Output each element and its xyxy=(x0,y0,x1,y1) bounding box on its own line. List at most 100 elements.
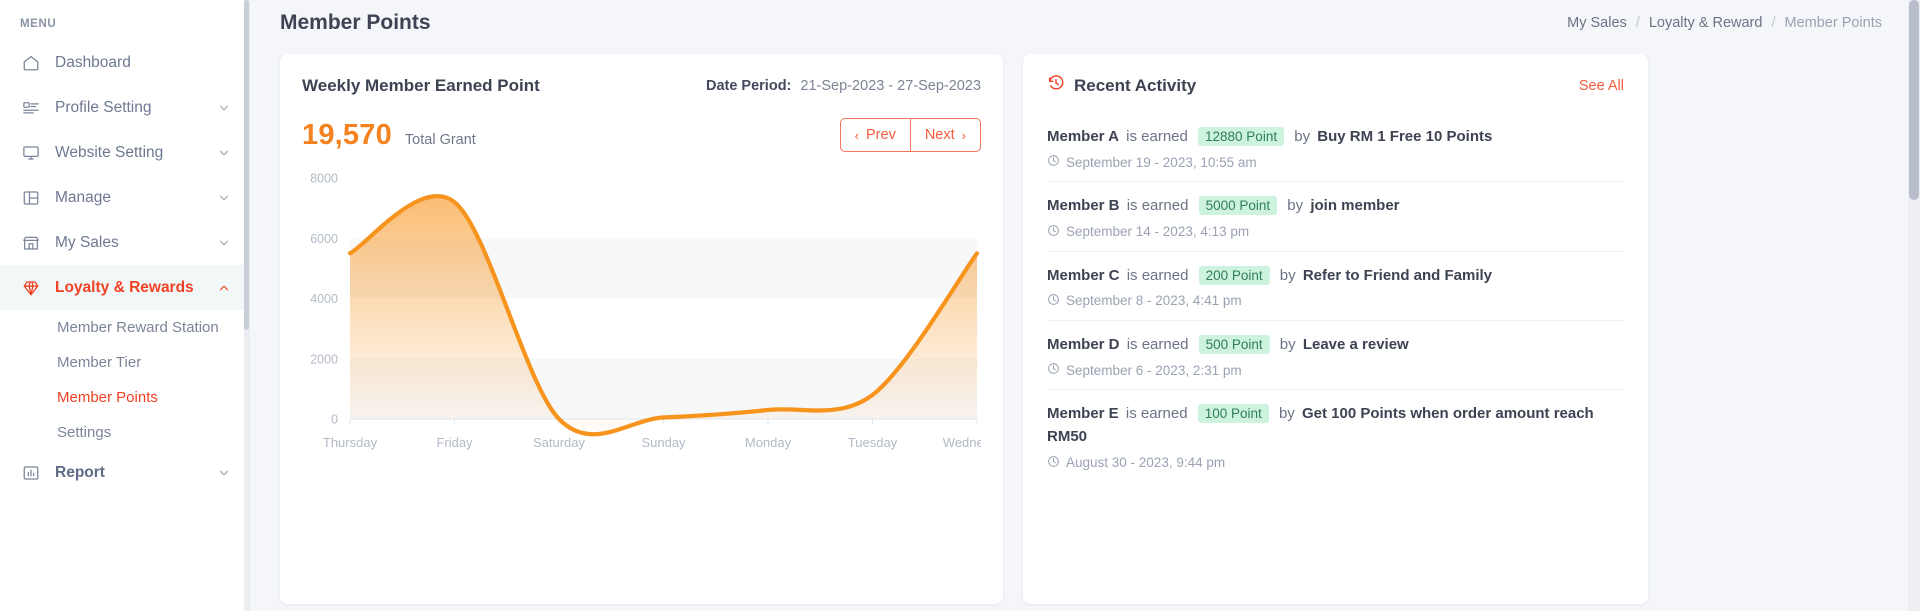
chart-x-axis-ticks xyxy=(349,418,978,425)
chart-card-header: Weekly Member Earned Point Date Period: … xyxy=(302,76,981,96)
chart-pagination: ‹ Prev Next › xyxy=(839,118,981,152)
see-all-link[interactable]: See All xyxy=(1579,78,1624,94)
svg-text:Friday: Friday xyxy=(436,435,473,450)
chart-summary-row: 19,570 Total Grant ‹ Prev Next › xyxy=(302,118,981,152)
activity-list: Member A is earned 12880 Point by Buy RM… xyxy=(1047,113,1624,482)
page-scrollbar[interactable] xyxy=(1908,0,1920,611)
activity-timestamp: September 8 - 2023, 4:41 pm xyxy=(1047,293,1624,309)
chevron-up-icon xyxy=(217,281,231,295)
svg-text:6000: 6000 xyxy=(310,232,338,246)
chart-title: Weekly Member Earned Point xyxy=(302,76,540,95)
sidebar-subitem-settings[interactable]: Settings xyxy=(0,415,249,450)
svg-text:Wednesday: Wednesday xyxy=(943,435,981,450)
activity-time-text: September 6 - 2023, 2:31 pm xyxy=(1066,362,1242,378)
activity-time-text: September 8 - 2023, 4:41 pm xyxy=(1066,293,1242,309)
area-chart: 0 2000 4000 6000 8000 Thursday Friday Saturday… xyxy=(302,172,981,457)
history-icon xyxy=(1047,74,1065,97)
sidebar-scrollbar[interactable] xyxy=(244,0,249,611)
activity-text: Member E is earned 100 Point by Get 100 … xyxy=(1047,402,1624,449)
sidebar-subitem-member-tier[interactable]: Member Tier xyxy=(0,345,249,380)
activity-item[interactable]: Member A is earned 12880 Point by Buy RM… xyxy=(1047,113,1624,181)
activity-time-text: August 30 - 2023, 9:44 pm xyxy=(1066,455,1226,470)
activity-verb: is earned xyxy=(1121,128,1193,145)
breadcrumb-separator: / xyxy=(1771,15,1776,31)
sidebar-subitem-member-reward-station[interactable]: Member Reward Station xyxy=(0,310,249,345)
sidebar-item-loyalty-rewards[interactable]: Loyalty & Rewards xyxy=(0,265,249,310)
activity-item[interactable]: Member B is earned 5000 Point by join me… xyxy=(1047,181,1624,250)
main-content: Member Points My Sales / Loyalty & Rewar… xyxy=(250,0,1920,611)
svg-text:Tuesday: Tuesday xyxy=(848,435,898,450)
svg-text:Monday: Monday xyxy=(745,435,792,450)
content-area: Weekly Member Earned Point Date Period: … xyxy=(250,46,1920,604)
app-root: MENU Dashboard Profile Setting Website S… xyxy=(0,0,1920,611)
page-scrollbar-thumb[interactable] xyxy=(1909,0,1919,200)
activity-reason: Buy RM 1 Free 10 Points xyxy=(1317,128,1493,145)
svg-text:Thursday: Thursday xyxy=(323,435,378,450)
breadcrumb-item-member-points: Member Points xyxy=(1784,15,1882,31)
recent-activity-title: Recent Activity xyxy=(1074,75,1197,95)
page-title: Member Points xyxy=(280,11,431,34)
chevron-down-icon xyxy=(217,236,231,250)
activity-verb: is earned xyxy=(1122,335,1193,353)
breadcrumb-item-loyalty-reward[interactable]: Loyalty & Reward xyxy=(1649,15,1763,31)
diamond-icon xyxy=(20,277,42,299)
sidebar-item-website-setting[interactable]: Website Setting xyxy=(0,130,249,175)
next-button[interactable]: Next › xyxy=(909,118,981,152)
sidebar-item-manage[interactable]: Manage xyxy=(0,175,249,220)
svg-text:4000: 4000 xyxy=(310,292,338,306)
sidebar-item-report[interactable]: Report xyxy=(0,450,249,495)
sidebar-item-label: Profile Setting xyxy=(55,98,152,116)
chevron-down-icon xyxy=(217,191,231,205)
activity-text: Member B is earned 5000 Point by join me… xyxy=(1047,194,1624,217)
layout-icon xyxy=(20,187,42,209)
sidebar-item-label: Manage xyxy=(55,188,112,206)
sidebar-item-label: My Sales xyxy=(55,233,119,251)
date-period-value: 21-Sep-2023 - 27-Sep-2023 xyxy=(800,78,981,94)
sidebar-item-label: Website Setting xyxy=(55,143,164,161)
chevron-down-icon xyxy=(217,466,231,480)
activity-time-text: September 14 - 2023, 4:13 pm xyxy=(1066,224,1250,239)
activity-points-badge: 200 Point xyxy=(1198,265,1270,285)
next-button-label: Next xyxy=(924,127,955,143)
sidebar-item-dashboard[interactable]: Dashboard xyxy=(0,40,249,85)
activity-timestamp: September 14 - 2023, 4:13 pm xyxy=(1047,224,1624,240)
sidebar-item-label: Report xyxy=(55,463,105,481)
total-grant-value: 19,570 xyxy=(302,118,392,151)
activity-item[interactable]: Member C is earned 200 Point by Refer to… xyxy=(1047,250,1624,320)
prev-button-label: Prev xyxy=(866,127,896,143)
activity-member: Member A xyxy=(1047,128,1119,145)
recent-activity-header: Recent Activity See All xyxy=(1047,74,1624,113)
sidebar-subitem-member-points[interactable]: Member Points xyxy=(0,380,249,415)
activity-verb: is earned xyxy=(1122,197,1193,215)
profile-icon xyxy=(20,97,42,119)
clock-icon xyxy=(1047,293,1060,309)
sidebar-item-label: Loyalty & Rewards xyxy=(55,278,194,296)
sidebar-item-label: Dashboard xyxy=(55,53,131,71)
activity-member: Member C xyxy=(1047,266,1120,284)
sidebar-scrollbar-thumb[interactable] xyxy=(244,0,249,330)
svg-text:Saturday: Saturday xyxy=(533,435,586,450)
clock-icon xyxy=(1047,224,1060,240)
sidebar-item-profile-setting[interactable]: Profile Setting xyxy=(0,85,249,130)
recent-activity-title-group: Recent Activity xyxy=(1047,74,1196,97)
activity-points-badge: 12880 Point xyxy=(1198,127,1285,146)
activity-by: by xyxy=(1283,197,1308,215)
prev-button[interactable]: ‹ Prev xyxy=(839,118,910,152)
activity-timestamp: September 19 - 2023, 10:55 am xyxy=(1047,154,1624,170)
sidebar-item-my-sales[interactable]: My Sales xyxy=(0,220,249,265)
activity-time-text: September 19 - 2023, 10:55 am xyxy=(1066,154,1257,170)
activity-points-badge: 5000 Point xyxy=(1198,196,1278,216)
chevron-down-icon xyxy=(217,146,231,160)
activity-reason: Refer to Friend and Family xyxy=(1302,266,1493,284)
svg-text:8000: 8000 xyxy=(310,172,338,186)
date-period-label: Date Period: xyxy=(705,78,792,94)
activity-item[interactable]: Member E is earned 100 Point by Get 100 … xyxy=(1047,389,1624,482)
breadcrumb-item-my-sales[interactable]: My Sales xyxy=(1567,15,1627,31)
activity-text: Member C is earned 200 Point by Refer to… xyxy=(1047,264,1624,287)
activity-item[interactable]: Member D is earned 500 Point by Leave a … xyxy=(1047,319,1624,389)
activity-points-badge: 500 Point xyxy=(1198,334,1270,354)
activity-by: by xyxy=(1275,266,1300,284)
activity-member: Member D xyxy=(1047,335,1120,353)
activity-by: by xyxy=(1275,335,1300,353)
store-icon xyxy=(20,232,42,254)
